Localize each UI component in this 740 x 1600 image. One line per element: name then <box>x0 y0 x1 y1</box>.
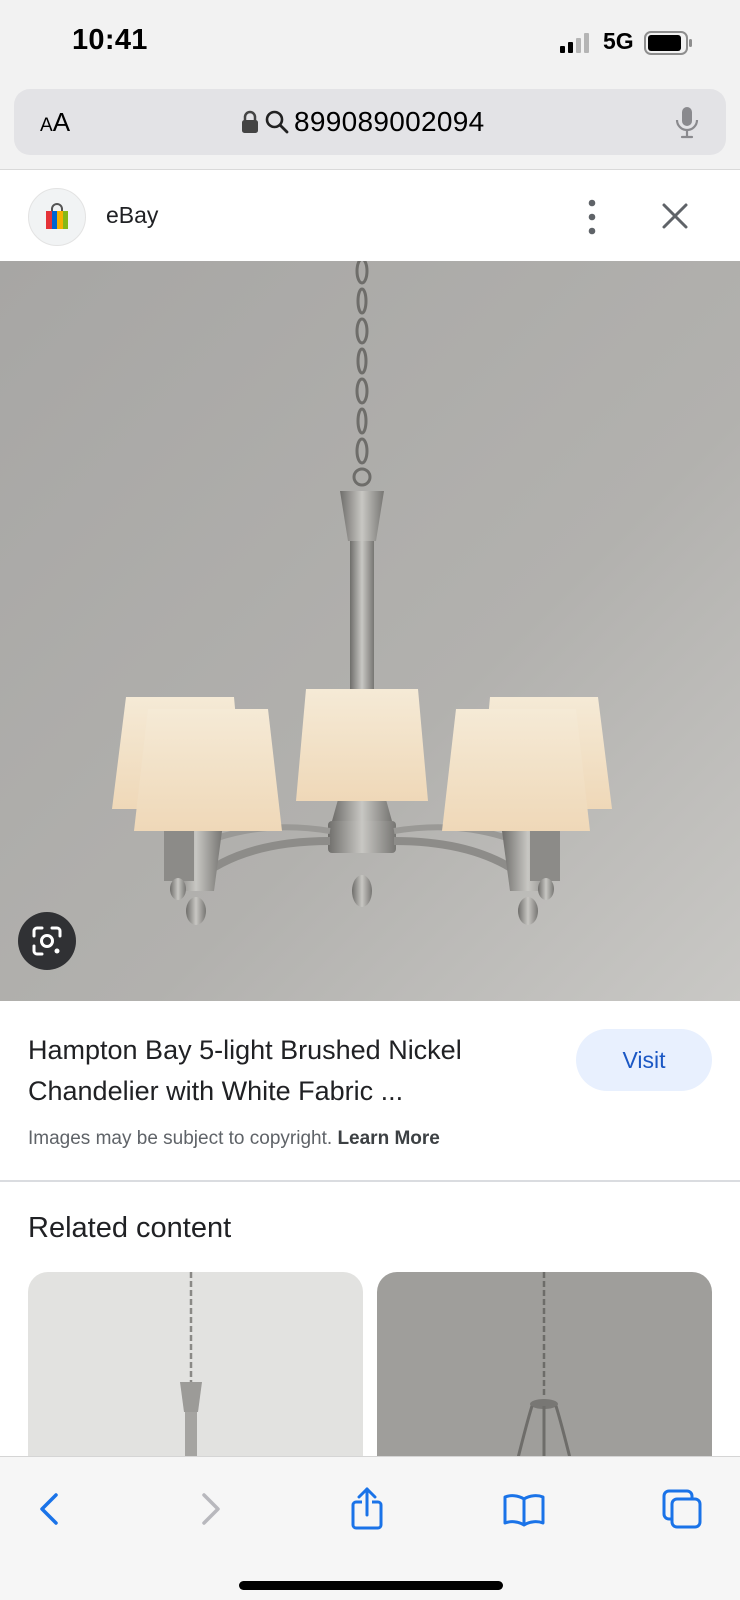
copyright-notice: Images may be subject to copyright. Lear… <box>28 1128 440 1150</box>
more-vertical-icon[interactable] <box>578 195 606 239</box>
related-card[interactable] <box>377 1272 712 1462</box>
back-chevron-icon[interactable] <box>28 1487 72 1531</box>
battery-icon <box>644 31 692 55</box>
copyright-text: Images may be subject to copyright. <box>28 1128 333 1149</box>
address-bar[interactable]: AA 899089002094 <box>14 89 726 155</box>
ebay-bag-icon <box>28 188 86 246</box>
text-size-button[interactable]: AA <box>40 107 70 138</box>
status-bar: 10:41 5G <box>0 0 740 86</box>
close-icon[interactable] <box>660 201 690 231</box>
signal-bars-icon <box>560 33 589 53</box>
related-content-heading: Related content <box>28 1212 232 1244</box>
microphone-icon[interactable] <box>674 105 700 139</box>
url-text: 899089002094 <box>294 106 485 137</box>
share-icon[interactable] <box>345 1487 389 1531</box>
home-indicator <box>239 1581 503 1590</box>
visit-button[interactable]: Visit <box>576 1029 712 1091</box>
browser-toolbar <box>0 1456 740 1600</box>
url-display[interactable]: 899089002094 <box>240 105 484 139</box>
google-lens-icon[interactable] <box>18 912 76 970</box>
tabs-icon[interactable] <box>660 1487 704 1531</box>
related-card[interactable] <box>28 1272 363 1462</box>
result-title[interactable]: Hampton Bay 5-light Brushed Nickel Chand… <box>28 1030 558 1112</box>
related-image <box>180 1272 202 1462</box>
address-bar-container: AA 899089002094 <box>0 86 740 170</box>
status-time: 10:41 <box>72 24 148 56</box>
chandelier-image <box>0 261 740 1001</box>
product-image[interactable] <box>0 261 740 1001</box>
site-header: eBay <box>0 171 740 261</box>
lock-icon <box>242 110 258 133</box>
bookmarks-icon[interactable] <box>502 1487 546 1531</box>
forward-chevron-icon[interactable] <box>188 1487 232 1531</box>
divider <box>0 1180 740 1182</box>
learn-more-link[interactable]: Learn More <box>337 1128 439 1149</box>
search-icon <box>265 110 289 134</box>
network-type: 5G <box>603 28 634 54</box>
related-image <box>515 1272 573 1462</box>
site-name: eBay <box>106 202 159 228</box>
